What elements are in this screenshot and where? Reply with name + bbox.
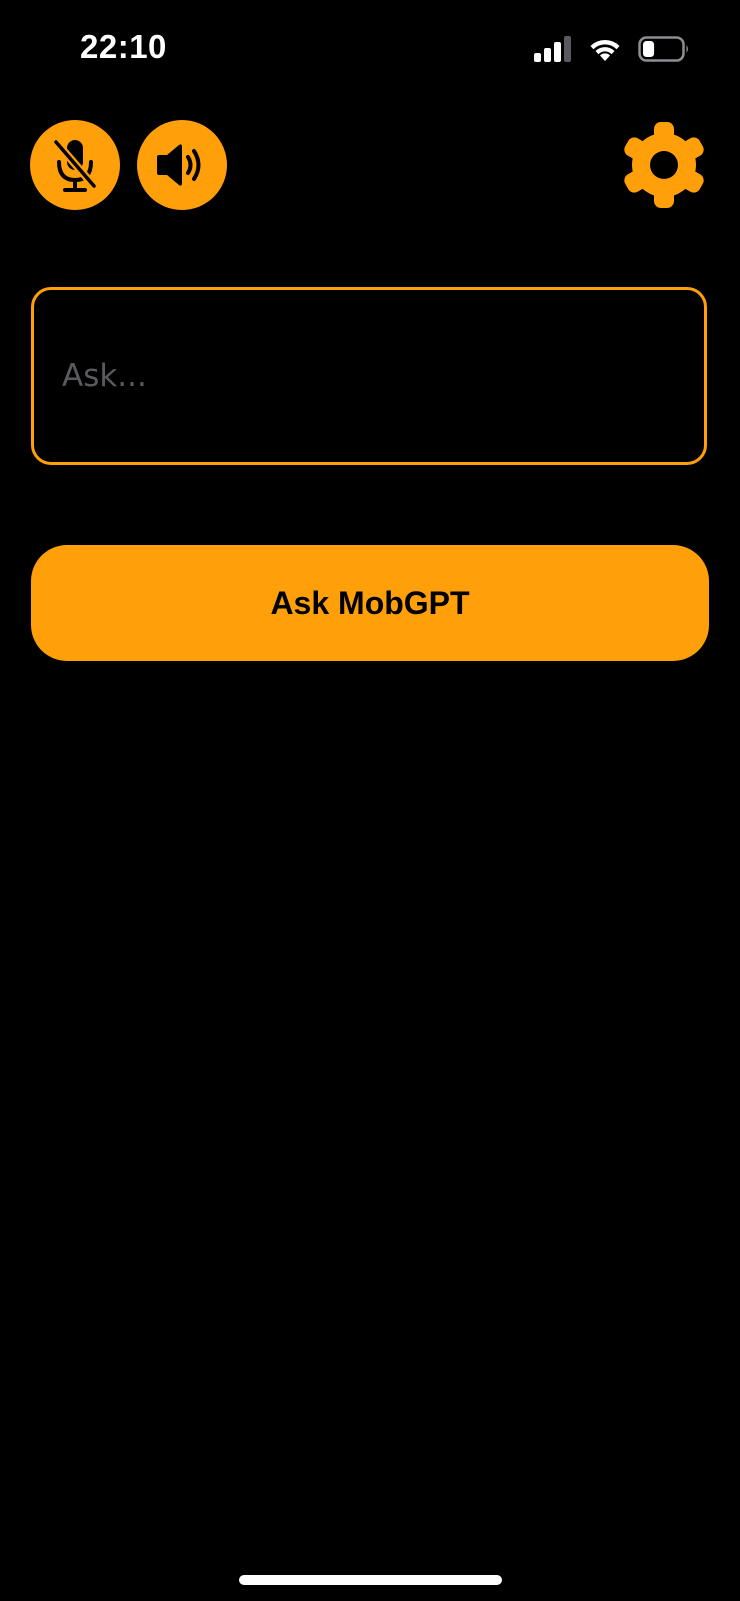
status-bar: 22:10 bbox=[0, 0, 740, 100]
speaker-button[interactable] bbox=[137, 120, 227, 210]
ask-mobgpt-button[interactable]: Ask MobGPT bbox=[31, 545, 709, 661]
ask-box bbox=[31, 287, 707, 465]
ask-input[interactable] bbox=[62, 290, 682, 462]
gear-icon bbox=[624, 122, 704, 208]
settings-button[interactable] bbox=[616, 117, 712, 213]
cellular-signal-icon bbox=[534, 36, 571, 62]
home-indicator[interactable] bbox=[239, 1575, 502, 1585]
wifi-icon bbox=[590, 39, 620, 61]
speaker-wave-icon bbox=[157, 144, 201, 186]
status-time: 22:10 bbox=[80, 28, 167, 65]
microphone-slash-icon bbox=[52, 138, 98, 192]
mute-microphone-button[interactable] bbox=[30, 120, 120, 210]
status-icons bbox=[534, 34, 690, 64]
battery-icon bbox=[638, 36, 688, 62]
